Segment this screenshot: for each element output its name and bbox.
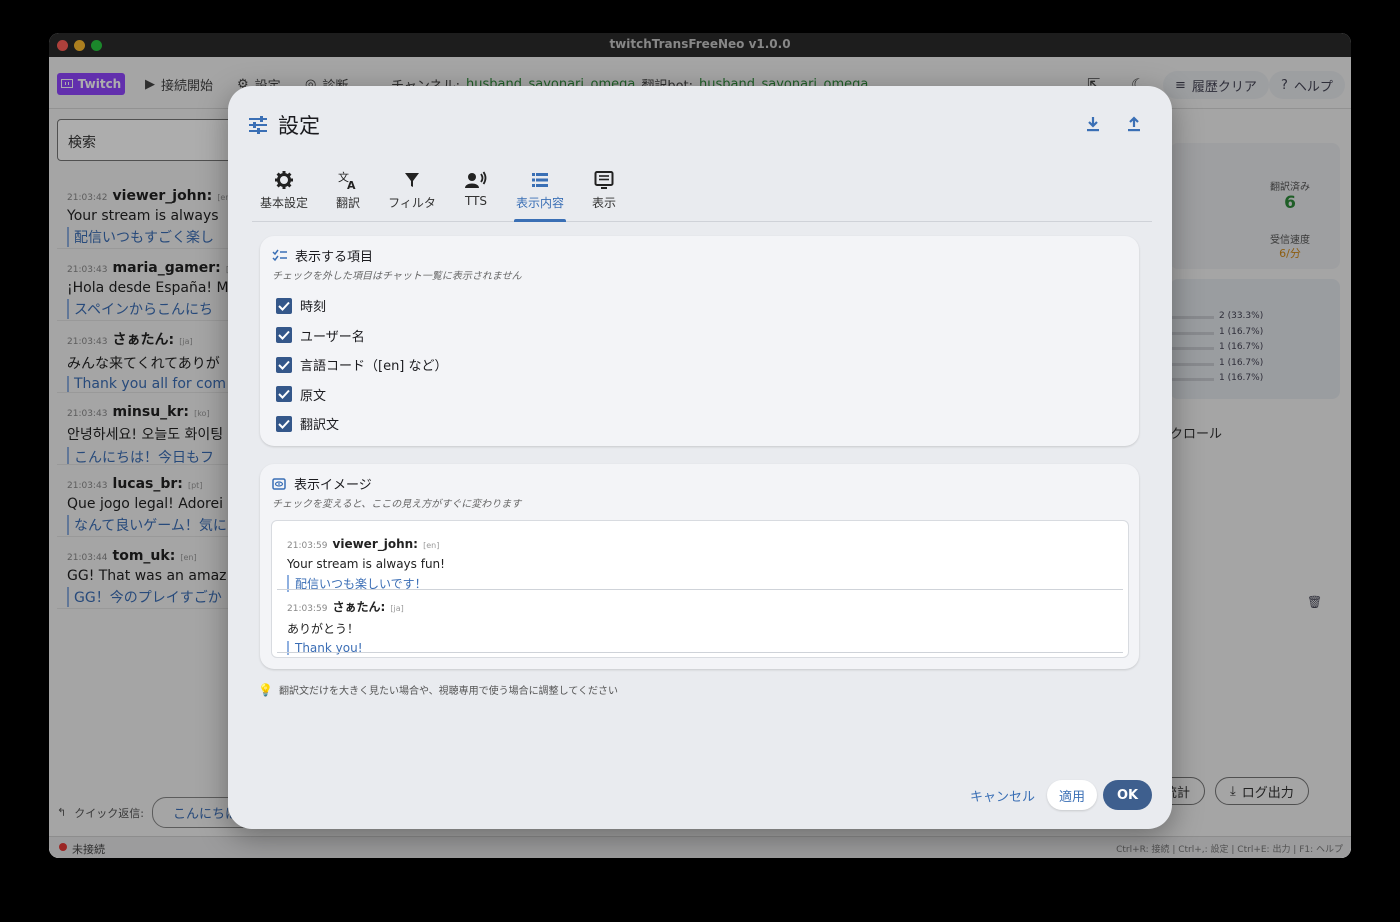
preview-divider [277, 589, 1123, 590]
checkbox[interactable] [276, 356, 292, 373]
preview-message: 21:03:59 viewer_john: [en] Your stream is… [277, 533, 1123, 592]
lightbulb-icon: 💡 [258, 682, 273, 697]
checkbox-row[interactable]: 言語コード（[en] など） [276, 355, 448, 374]
checkbox-row[interactable]: ユーザー名 [276, 326, 365, 345]
preview-card: 表示イメージ チェックを変えると、ここの見え方がすぐに変わります 21:03:5… [260, 464, 1139, 669]
tab-list[interactable]: 表示内容 [508, 168, 572, 222]
upload-icon[interactable] [1125, 115, 1143, 133]
preview-subtitle: チェックを変えると、ここの見え方がすぐに変わります [272, 499, 522, 510]
cancel-button[interactable]: キャンセル [958, 780, 1047, 810]
preview-header: 表示イメージ [272, 474, 372, 493]
checkbox[interactable] [276, 415, 292, 432]
checkbox-label: 言語コード（[en] など） [300, 359, 448, 374]
preview-time: 21:03:59 [287, 541, 328, 551]
checkbox[interactable] [276, 327, 292, 343]
checkbox-label: 翻訳文 [300, 418, 340, 433]
display-items-header: 表示する項目 [272, 246, 373, 265]
tab-display[interactable]: 表示 [572, 168, 636, 222]
preview-text: Your stream is always fun! [287, 557, 445, 571]
voice-icon [444, 170, 508, 190]
list-icon [508, 170, 572, 190]
checkbox-row[interactable]: 翻訳文 [276, 414, 339, 433]
modal-overlay: 設定 基本設定文 A 翻訳 フィルタ TTS 表示内容 表示 表示する項目 チェックを外した… [0, 0, 1400, 922]
checkbox-label: 時刻 [300, 300, 327, 315]
ok-button[interactable]: OK [1103, 780, 1152, 810]
preview-time: 21:03:59 [287, 604, 328, 614]
checklist-icon [272, 249, 287, 262]
preview-user: viewer_john: [332, 537, 418, 551]
preview-divider [277, 652, 1123, 653]
display-items-card: 表示する項目 チェックを外した項目はチャット一覧に表示されません 時刻ユーザー名… [260, 236, 1139, 446]
tab-voice[interactable]: TTS [444, 168, 508, 222]
download-icon[interactable] [1084, 115, 1102, 133]
checkbox-row[interactable]: 原文 [276, 385, 326, 404]
check-icon [278, 419, 290, 429]
check-icon [278, 360, 290, 370]
tune-icon [249, 116, 267, 134]
tab-label: 表示内容 [515, 196, 564, 210]
checkbox-label: ユーザー名 [300, 329, 365, 345]
tab-filter[interactable]: フィルタ [380, 168, 444, 222]
check-icon [278, 301, 290, 311]
filter-icon [380, 170, 444, 190]
active-tab-indicator [514, 219, 566, 222]
translate-icon: 文A [316, 170, 380, 190]
preview-user: さぁたん: [332, 600, 386, 614]
checkbox[interactable] [276, 297, 292, 314]
preview-lang: [ja] [390, 604, 404, 613]
eye-icon [272, 477, 286, 490]
preview-text: ありがとう！ [287, 622, 360, 636]
tip-row: 💡 翻訳文だけを大きく見たい場合や、視聴専用で使う場合に調整してください [258, 682, 619, 698]
checkbox-label: 原文 [300, 388, 327, 404]
apply-button[interactable]: 適用 [1047, 780, 1097, 810]
gear-icon [252, 170, 316, 190]
dialog-header: 設定 [248, 110, 320, 140]
check-icon [278, 389, 290, 399]
tab-label: フィルタ [388, 196, 436, 210]
preview-title: 表示イメージ [294, 478, 372, 493]
tab-label: 表示 [591, 196, 616, 210]
display-items-subtitle: チェックを外した項目はチャット一覧に表示されません [272, 271, 522, 282]
tip-text: 翻訳文だけを大きく見たい場合や、視聴専用で使う場合に調整してください [278, 686, 619, 697]
preview-message-header: 21:03:59 さぁたん: [ja] [287, 596, 1123, 615]
preview-message: 21:03:59 さぁたん: [ja] ありがとう！ Thank you! [277, 596, 1123, 655]
tab-gear[interactable]: 基本設定 [252, 168, 316, 222]
tab-label: 基本設定 [259, 196, 308, 210]
svg-text:A: A [347, 179, 356, 190]
display-icon [572, 170, 636, 190]
check-icon [278, 330, 290, 340]
checkbox[interactable] [276, 386, 292, 402]
settings-tabs: 基本設定文 A 翻訳 フィルタ TTS 表示内容 表示 [252, 168, 1152, 222]
tab-label: 翻訳 [335, 196, 360, 210]
tab-label: TTS [464, 194, 488, 208]
dialog-title: 設定 [278, 114, 320, 138]
preview-lang: [en] [423, 541, 440, 550]
preview-message-header: 21:03:59 viewer_john: [en] [287, 533, 1123, 552]
settings-dialog: 設定 基本設定文 A 翻訳 フィルタ TTS 表示内容 表示 表示する項目 チェックを外した… [228, 86, 1172, 829]
tab-translate[interactable]: 文 A 翻訳 [316, 168, 380, 222]
display-items-title: 表示する項目 [295, 250, 374, 265]
preview-box: 21:03:59 viewer_john: [en] Your stream is… [271, 520, 1129, 658]
checkbox-row[interactable]: 時刻 [276, 296, 326, 315]
